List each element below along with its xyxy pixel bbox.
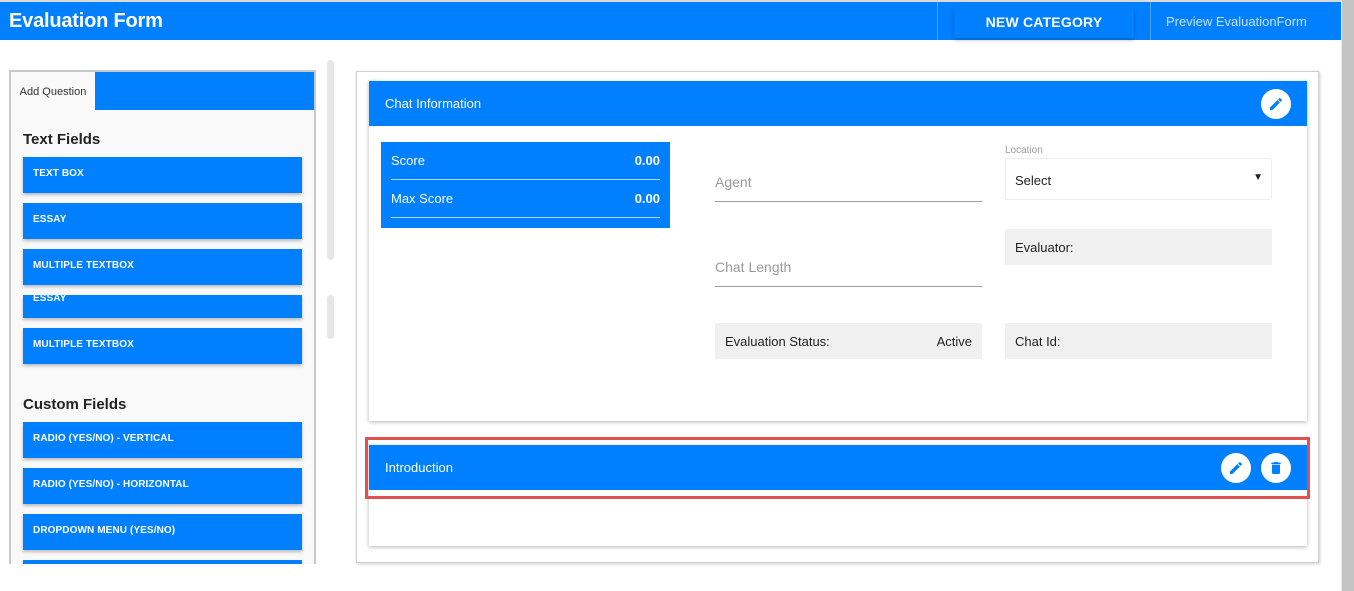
score-value: 0.00 <box>634 153 660 168</box>
preview-evaluation-form-link[interactable]: Preview EvaluationForm <box>1166 14 1307 29</box>
add-text-box-button[interactable]: TEXT BOX <box>23 157 302 193</box>
add-question-button-partial[interactable] <box>23 560 302 564</box>
delete-introduction-button[interactable] <box>1261 453 1291 483</box>
agent-input[interactable]: Agent <box>715 156 982 202</box>
form-canvas: Chat Information Score 0.00 Max Score 0.… <box>356 71 1319 563</box>
new-category-button[interactable]: NEW CATEGORY <box>954 7 1134 38</box>
evaluator-field: Evaluator: <box>1005 229 1272 265</box>
page-scrollbar[interactable] <box>1341 0 1354 591</box>
location-selected-value: Select <box>1015 173 1052 188</box>
palette-tabbar: Add Question <box>11 72 314 110</box>
chat-length-input[interactable]: Chat Length <box>715 241 982 287</box>
max-score-value: 0.00 <box>634 191 660 206</box>
max-score-label: Max Score <box>391 191 454 206</box>
trash-icon <box>1271 462 1281 474</box>
evaluator-label: Evaluator: <box>1015 240 1074 255</box>
topbar: Evaluation Form NEW CATEGORY Preview Eva… <box>0 2 1341 40</box>
palette-scrollbar-thumb[interactable] <box>327 60 334 260</box>
evaluation-status-value: Active <box>936 334 972 349</box>
chat-id-label: Chat Id: <box>1015 334 1061 349</box>
question-palette: Add Question Text Fields TEXT BOX ESSAY … <box>9 70 316 564</box>
chat-information-title: Chat Information <box>385 96 482 111</box>
introduction-card: Introduction <box>369 445 1307 546</box>
section-title-custom-fields: Custom Fields <box>23 396 127 413</box>
score-summary: Score 0.00 Max Score 0.00 <box>381 142 670 228</box>
page-title: Evaluation Form <box>9 10 163 32</box>
introduction-header: Introduction <box>369 445 1307 490</box>
pencil-icon <box>1230 461 1243 474</box>
add-radio-vertical-button[interactable]: RADIO (YES/NO) - VERTICAL <box>23 422 302 458</box>
add-essay-button[interactable]: ESSAY <box>23 203 302 239</box>
chat-id-field: Chat Id: <box>1005 323 1272 359</box>
score-row: Score 0.00 <box>391 142 660 180</box>
topbar-divider <box>1150 2 1151 40</box>
agent-placeholder: Agent <box>715 174 752 190</box>
add-dropdown-menu-button[interactable]: DROPDOWN MENU (YES/NO) <box>23 514 302 550</box>
location-label: Location <box>1005 145 1043 156</box>
chat-information-card: Chat Information Score 0.00 Max Score 0.… <box>369 81 1307 421</box>
add-radio-horizontal-button[interactable]: RADIO (YES/NO) - HORIZONTAL <box>23 468 302 504</box>
chat-length-placeholder: Chat Length <box>715 259 792 275</box>
dropdown-arrow-icon: ▼ <box>1253 172 1263 183</box>
introduction-title: Introduction <box>385 460 453 475</box>
max-score-row: Max Score 0.00 <box>391 180 660 218</box>
palette-scrollbar-track[interactable] <box>327 295 334 339</box>
edit-chat-information-button[interactable] <box>1261 89 1291 119</box>
add-multiple-textbox-button[interactable]: MULTIPLE TEXTBOX <box>23 249 302 285</box>
tab-add-question[interactable]: Add Question <box>11 72 95 110</box>
chat-information-header: Chat Information <box>369 81 1307 126</box>
add-essay-button-duplicate[interactable]: ESSAY <box>23 294 302 318</box>
pencil-icon <box>1270 97 1283 110</box>
score-label: Score <box>391 153 425 168</box>
evaluation-status-label: Evaluation Status: <box>725 334 830 349</box>
add-multiple-textbox-button-duplicate[interactable]: MULTIPLE TEXTBOX <box>23 328 302 364</box>
app-root: Evaluation Form NEW CATEGORY Preview Eva… <box>0 0 1354 591</box>
topbar-divider <box>937 2 938 40</box>
edit-introduction-button[interactable] <box>1221 453 1251 483</box>
section-title-text-fields: Text Fields <box>23 131 101 148</box>
evaluation-status-field: Evaluation Status: Active <box>715 323 982 359</box>
location-select[interactable]: Select ▼ <box>1005 158 1272 200</box>
